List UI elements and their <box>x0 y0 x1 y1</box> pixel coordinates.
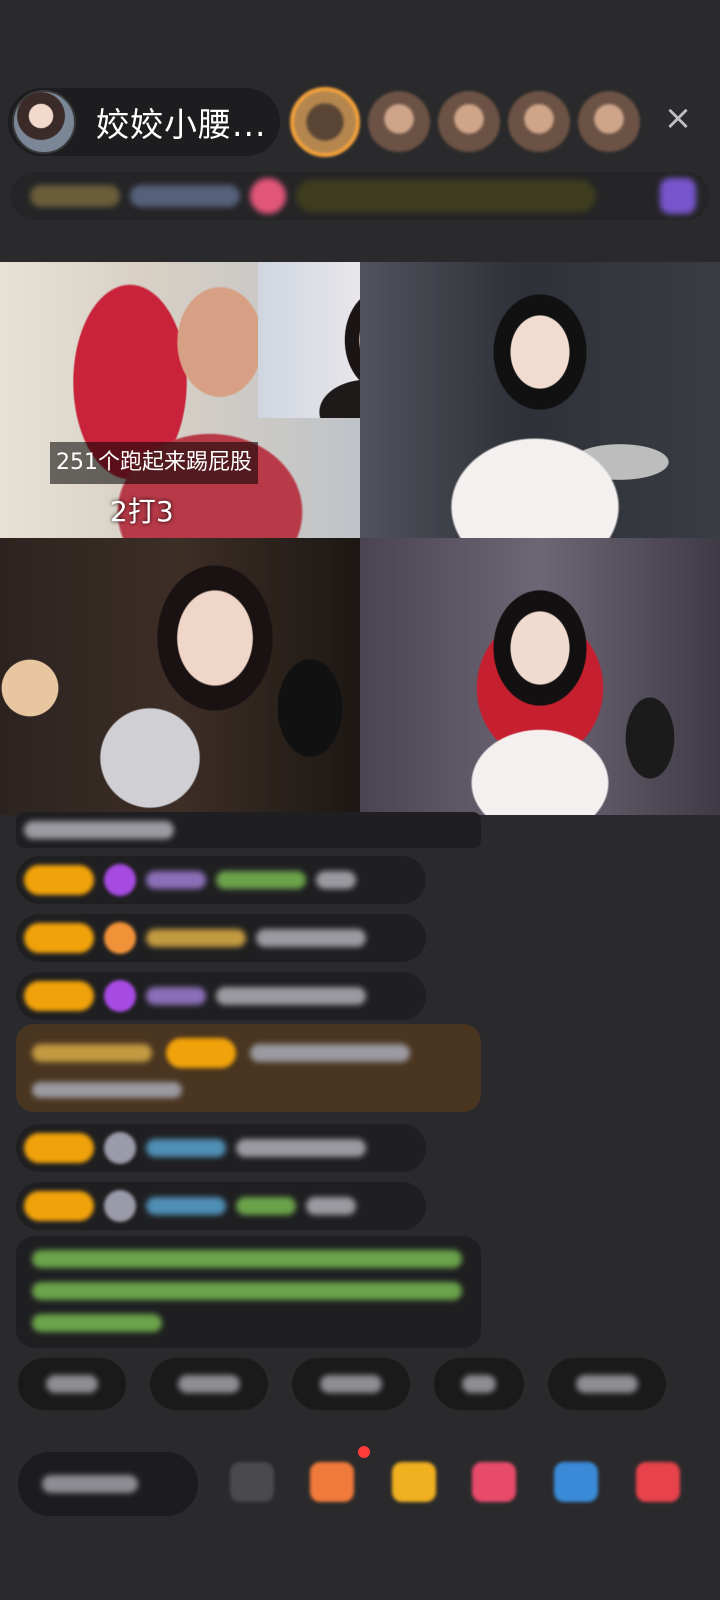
notification-dot <box>356 1444 372 1460</box>
chat-text <box>32 1250 462 1268</box>
chat-message <box>16 972 426 1020</box>
chip-label <box>178 1375 240 1393</box>
chip-label <box>576 1375 638 1393</box>
chip-label <box>462 1375 496 1393</box>
chat-text <box>32 1314 162 1332</box>
viewer-avatar[interactable] <box>438 91 500 153</box>
video-caption: 251个跑起来踢屁股 <box>50 442 258 484</box>
more-icon[interactable] <box>636 1462 680 1502</box>
gift-icon[interactable] <box>310 1462 354 1502</box>
gem-icon <box>104 980 136 1012</box>
video-tile-2[interactable] <box>360 262 720 538</box>
host-name: 姣姣小腰... <box>96 105 267 144</box>
close-icon[interactable]: × <box>660 100 696 136</box>
level-badge <box>166 1038 236 1068</box>
level-badge <box>24 923 94 953</box>
chat-text <box>306 1197 356 1215</box>
bottom-toolbar <box>18 1444 720 1516</box>
quick-reply-chip[interactable] <box>18 1358 126 1410</box>
viewer-avatar[interactable] <box>508 91 570 153</box>
chat-message <box>16 856 426 904</box>
chat-message <box>16 1182 426 1230</box>
chat-system-message <box>16 1024 481 1112</box>
video-tile-3[interactable] <box>0 538 360 815</box>
chat-text <box>216 987 366 1005</box>
chat-badge <box>32 1044 152 1062</box>
video-tile-1[interactable]: 251个跑起来踢屁股 2打3 <box>0 262 360 538</box>
viewer-avatar[interactable] <box>290 87 360 157</box>
chat-message <box>16 914 426 962</box>
level-badge <box>24 981 94 1011</box>
chat-text <box>32 1282 462 1300</box>
chat-username[interactable] <box>146 929 246 947</box>
host-profile-pill[interactable]: 姣姣小腰... <box>8 88 280 156</box>
chat-message <box>16 812 481 848</box>
gem-icon <box>104 922 136 954</box>
fan-club-icon[interactable] <box>250 178 286 214</box>
chat-text <box>236 1197 296 1215</box>
top-viewers-list <box>290 84 648 160</box>
chat-message <box>16 1124 426 1172</box>
video-tile-4[interactable] <box>360 538 720 815</box>
emoji-icon[interactable] <box>230 1462 274 1502</box>
chat-input-placeholder <box>42 1475 138 1493</box>
quick-reply-chip[interactable] <box>548 1358 666 1410</box>
hour-rank-badge[interactable] <box>30 185 120 207</box>
chat-system-notice <box>16 1236 481 1348</box>
gift-box-icon[interactable] <box>392 1462 436 1502</box>
chat-text <box>316 871 356 889</box>
gem-icon <box>104 1190 136 1222</box>
chat-text <box>216 871 306 889</box>
quick-reply-chip[interactable] <box>292 1358 410 1410</box>
quick-reply-chip[interactable] <box>150 1358 268 1410</box>
chat-text <box>32 1082 182 1098</box>
viewer-avatar[interactable] <box>368 91 430 153</box>
rank-info-bar[interactable] <box>10 172 710 220</box>
level-badge <box>24 1133 94 1163</box>
chat-username[interactable] <box>146 1139 226 1157</box>
gem-icon <box>104 1132 136 1164</box>
chat-text <box>24 821 174 839</box>
activity-icon[interactable] <box>660 178 696 214</box>
game-icon[interactable] <box>554 1462 598 1502</box>
chip-label <box>320 1375 382 1393</box>
chat-input[interactable] <box>18 1452 198 1516</box>
popularity-badge[interactable] <box>130 185 240 207</box>
chat-text <box>256 929 366 947</box>
video-inset[interactable] <box>258 262 360 418</box>
chip-label <box>46 1375 98 1393</box>
heart-icon[interactable] <box>472 1462 516 1502</box>
chat-username[interactable] <box>146 1197 226 1215</box>
pk-score: 2打3 <box>110 495 174 528</box>
quick-reply-bar <box>18 1358 666 1410</box>
multi-guest-video-grid: 251个跑起来踢屁股 2打3 <box>0 262 720 815</box>
quick-reply-chip[interactable] <box>434 1358 524 1410</box>
chat-text <box>250 1044 410 1062</box>
level-badge <box>24 865 94 895</box>
viewer-avatar[interactable] <box>578 91 640 153</box>
marquee-banner[interactable] <box>296 180 596 212</box>
chat-username[interactable] <box>146 871 206 889</box>
host-avatar[interactable] <box>12 90 76 154</box>
gem-icon <box>104 864 136 896</box>
level-badge <box>24 1191 94 1221</box>
chat-text <box>236 1139 366 1157</box>
chat-username[interactable] <box>146 987 206 1005</box>
